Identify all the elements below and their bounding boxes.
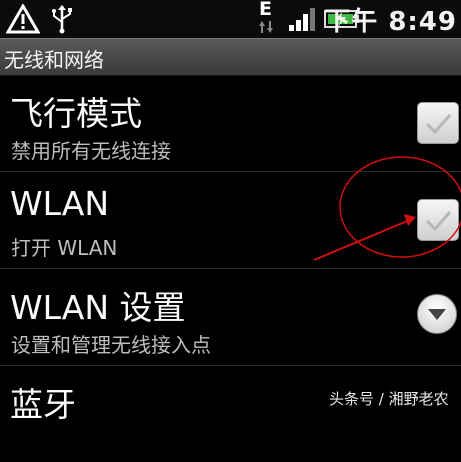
row-title: WLAN xyxy=(10,184,110,223)
checkmark-icon xyxy=(425,211,452,232)
row-summary: 设置和管理无线接入点 xyxy=(11,333,211,357)
row-title: 飞行模式 xyxy=(10,94,142,133)
watermark: 头条号 / 湘野老农 xyxy=(329,390,449,408)
usb-icon xyxy=(52,5,72,34)
section-header: 无线和网络 xyxy=(0,38,461,76)
list-item-wlan[interactable]: WLAN 打开 WLAN xyxy=(0,172,461,269)
section-title: 无线和网络 xyxy=(4,48,104,72)
list-item-airplane-mode[interactable]: 飞行模式 禁用所有无线连接 xyxy=(0,75,461,172)
row-summary: 打开 WLAN xyxy=(11,236,118,260)
row-title: WLAN 设置 xyxy=(10,288,186,327)
list-item-wlan-settings[interactable]: WLAN 设置 设置和管理无线接入点 xyxy=(0,269,461,366)
airplane-mode-checkbox[interactable] xyxy=(417,102,459,144)
checkmark-icon xyxy=(425,114,452,135)
status-bar: E 下午 8:49 xyxy=(0,0,461,39)
clock: 下午 8:49 xyxy=(324,7,457,37)
data-arrows-icon xyxy=(259,21,273,33)
row-summary: 禁用所有无线连接 xyxy=(11,139,171,163)
wlan-checkbox[interactable] xyxy=(417,199,459,241)
wlan-settings-dropdown-button[interactable] xyxy=(417,294,457,334)
network-type-label: E xyxy=(259,0,272,20)
row-title: 蓝牙 xyxy=(10,385,76,424)
chevron-down-icon xyxy=(428,309,446,320)
list-item-bluetooth[interactable]: 蓝牙 xyxy=(0,366,461,462)
warning-icon xyxy=(6,4,40,34)
signal-icon xyxy=(289,8,315,31)
